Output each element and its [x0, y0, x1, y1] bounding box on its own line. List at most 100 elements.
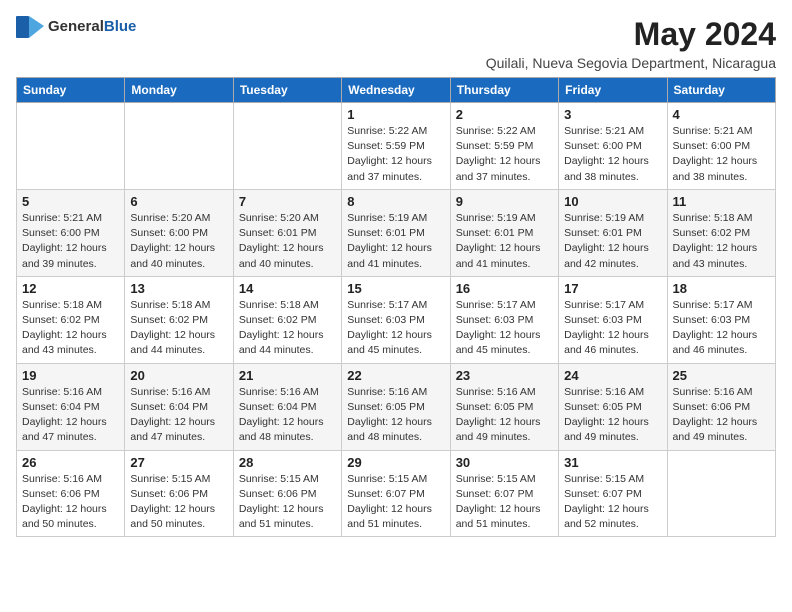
header-day-monday: Monday	[125, 78, 233, 103]
calendar-cell: 7Sunrise: 5:20 AM Sunset: 6:01 PM Daylig…	[233, 189, 341, 276]
day-number: 1	[347, 107, 444, 122]
calendar-cell: 11 Sunrise: 5:18 AM Sunset: 6:02 PM Dayli…	[667, 189, 775, 276]
day-info: Sunrise: 5:22 AM Sunset: 5:59 PM Dayligh…	[456, 124, 553, 185]
day-info: Sunrise: 5:15 AM Sunset: 6:06 PM Dayligh…	[239, 472, 336, 533]
day-info: Sunrise: 5:16 AM Sunset: 6:05 PM Dayligh…	[564, 385, 661, 446]
title-area: May 2024 Quilali, Nueva Segovia Departme…	[486, 16, 776, 71]
day-number: 20	[130, 368, 227, 383]
day-number: 30	[456, 455, 553, 470]
day-number: 10	[564, 194, 661, 209]
day-number: 15	[347, 281, 444, 296]
day-info: Sunrise: 5:21 AM Sunset: 6:00 PM Dayligh…	[673, 124, 770, 185]
day-info: Sunrise: 5:18 AM Sunset: 6:02 PM Dayligh…	[239, 298, 336, 359]
day-info: Sunrise: 5:17 AM Sunset: 6:03 PM Dayligh…	[347, 298, 444, 359]
day-number: 22	[347, 368, 444, 383]
logo-blue: Blue	[104, 18, 137, 35]
day-info: Sunrise: 5:15 AM Sunset: 6:06 PM Dayligh…	[130, 472, 227, 533]
header-day-tuesday: Tuesday	[233, 78, 341, 103]
calendar-cell: 18 Sunrise: 5:17 AM Sunset: 6:03 PM Dayli…	[667, 276, 775, 363]
header-day-thursday: Thursday	[450, 78, 558, 103]
header-day-friday: Friday	[559, 78, 667, 103]
calendar-cell: 23Sunrise: 5:16 AM Sunset: 6:05 PM Dayli…	[450, 363, 558, 450]
day-info: Sunrise: 5:18 AM Sunset: 6:02 PM Dayligh…	[673, 211, 770, 272]
calendar-cell: 4 Sunrise: 5:21 AM Sunset: 6:00 PM Daylig…	[667, 103, 775, 190]
calendar-cell: 25 Sunrise: 5:16 AM Sunset: 6:06 PM Dayli…	[667, 363, 775, 450]
header-day-sunday: Sunday	[17, 78, 125, 103]
day-info: Sunrise: 5:16 AM Sunset: 6:05 PM Dayligh…	[347, 385, 444, 446]
day-number: 28	[239, 455, 336, 470]
day-number: 12	[22, 281, 119, 296]
day-number: 6	[130, 194, 227, 209]
calendar-cell: 28 Sunrise: 5:15 AM Sunset: 6:06 PM Dayli…	[233, 450, 341, 537]
day-number: 9	[456, 194, 553, 209]
day-number: 26	[22, 455, 119, 470]
day-number: 5	[22, 194, 119, 209]
day-info: Sunrise: 5:22 AM Sunset: 5:59 PM Dayligh…	[347, 124, 444, 185]
day-info: Sunrise: 5:19 AM Sunset: 6:01 PM Dayligh…	[564, 211, 661, 272]
calendar-cell: 26 Sunrise: 5:16 AM Sunset: 6:06 PM Dayli…	[17, 450, 125, 537]
day-number: 14	[239, 281, 336, 296]
calendar-cell: 14 Sunrise: 5:18 AM Sunset: 6:02 PM Dayli…	[233, 276, 341, 363]
day-number: 23	[456, 368, 553, 383]
day-number: 4	[673, 107, 770, 122]
day-info: Sunrise: 5:16 AM Sunset: 6:04 PM Dayligh…	[130, 385, 227, 446]
header-day-saturday: Saturday	[667, 78, 775, 103]
calendar-cell: 21Sunrise: 5:16 AM Sunset: 6:04 PM Dayli…	[233, 363, 341, 450]
calendar-cell: 27 Sunrise: 5:15 AM Sunset: 6:06 PM Dayli…	[125, 450, 233, 537]
calendar-cell: 12 Sunrise: 5:18 AM Sunset: 6:02 PM Dayli…	[17, 276, 125, 363]
day-number: 8	[347, 194, 444, 209]
calendar-cell: 22 Sunrise: 5:16 AM Sunset: 6:05 PM Dayli…	[342, 363, 450, 450]
calendar-cell: 10 Sunrise: 5:19 AM Sunset: 6:01 PM Dayli…	[559, 189, 667, 276]
calendar-cell	[667, 450, 775, 537]
day-info: Sunrise: 5:20 AM Sunset: 6:00 PM Dayligh…	[130, 211, 227, 272]
day-number: 31	[564, 455, 661, 470]
calendar-cell: 30 Sunrise: 5:15 AM Sunset: 6:07 PM Dayli…	[450, 450, 558, 537]
calendar-cell: 1 Sunrise: 5:22 AM Sunset: 5:59 PM Daylig…	[342, 103, 450, 190]
logo-general: General	[48, 18, 104, 35]
day-number: 3	[564, 107, 661, 122]
calendar-cell: 16 Sunrise: 5:17 AM Sunset: 6:03 PM Dayli…	[450, 276, 558, 363]
calendar-cell: 8 Sunrise: 5:19 AM Sunset: 6:01 PM Daylig…	[342, 189, 450, 276]
calendar-cell: 19 Sunrise: 5:16 AM Sunset: 6:04 PM Dayli…	[17, 363, 125, 450]
week-row-5: 26 Sunrise: 5:16 AM Sunset: 6:06 PM Dayli…	[17, 450, 776, 537]
calendar-cell	[125, 103, 233, 190]
calendar-header-row: SundayMondayTuesdayWednesdayThursdayFrid…	[17, 78, 776, 103]
calendar-cell: 29 Sunrise: 5:15 AM Sunset: 6:07 PM Dayli…	[342, 450, 450, 537]
day-number: 11	[673, 194, 770, 209]
day-info: Sunrise: 5:16 AM Sunset: 6:06 PM Dayligh…	[22, 472, 119, 533]
day-number: 16	[456, 281, 553, 296]
day-info: Sunrise: 5:15 AM Sunset: 6:07 PM Dayligh…	[347, 472, 444, 533]
logo-icon	[16, 16, 44, 38]
day-number: 27	[130, 455, 227, 470]
header-day-wednesday: Wednesday	[342, 78, 450, 103]
day-number: 18	[673, 281, 770, 296]
day-number: 19	[22, 368, 119, 383]
logo: GeneralBlue	[16, 16, 136, 38]
day-number: 29	[347, 455, 444, 470]
week-row-4: 19 Sunrise: 5:16 AM Sunset: 6:04 PM Dayli…	[17, 363, 776, 450]
day-number: 7	[239, 194, 336, 209]
calendar-cell: 9Sunrise: 5:19 AM Sunset: 6:01 PM Daylig…	[450, 189, 558, 276]
day-info: Sunrise: 5:18 AM Sunset: 6:02 PM Dayligh…	[22, 298, 119, 359]
calendar-cell: 13Sunrise: 5:18 AM Sunset: 6:02 PM Dayli…	[125, 276, 233, 363]
day-number: 25	[673, 368, 770, 383]
calendar-cell: 6 Sunrise: 5:20 AM Sunset: 6:00 PM Daylig…	[125, 189, 233, 276]
calendar-cell	[17, 103, 125, 190]
day-info: Sunrise: 5:21 AM Sunset: 6:00 PM Dayligh…	[564, 124, 661, 185]
week-row-2: 5 Sunrise: 5:21 AM Sunset: 6:00 PM Daylig…	[17, 189, 776, 276]
day-info: Sunrise: 5:17 AM Sunset: 6:03 PM Dayligh…	[456, 298, 553, 359]
week-row-1: 1 Sunrise: 5:22 AM Sunset: 5:59 PM Daylig…	[17, 103, 776, 190]
day-info: Sunrise: 5:18 AM Sunset: 6:02 PM Dayligh…	[130, 298, 227, 359]
day-number: 17	[564, 281, 661, 296]
calendar-cell: 2Sunrise: 5:22 AM Sunset: 5:59 PM Daylig…	[450, 103, 558, 190]
day-info: Sunrise: 5:21 AM Sunset: 6:00 PM Dayligh…	[22, 211, 119, 272]
day-info: Sunrise: 5:17 AM Sunset: 6:03 PM Dayligh…	[673, 298, 770, 359]
week-row-3: 12 Sunrise: 5:18 AM Sunset: 6:02 PM Dayli…	[17, 276, 776, 363]
day-info: Sunrise: 5:19 AM Sunset: 6:01 PM Dayligh…	[347, 211, 444, 272]
day-info: Sunrise: 5:16 AM Sunset: 6:04 PM Dayligh…	[22, 385, 119, 446]
calendar-cell: 31 Sunrise: 5:15 AM Sunset: 6:07 PM Dayli…	[559, 450, 667, 537]
day-info: Sunrise: 5:16 AM Sunset: 6:06 PM Dayligh…	[673, 385, 770, 446]
day-info: Sunrise: 5:15 AM Sunset: 6:07 PM Dayligh…	[564, 472, 661, 533]
day-info: Sunrise: 5:15 AM Sunset: 6:07 PM Dayligh…	[456, 472, 553, 533]
calendar-cell	[233, 103, 341, 190]
